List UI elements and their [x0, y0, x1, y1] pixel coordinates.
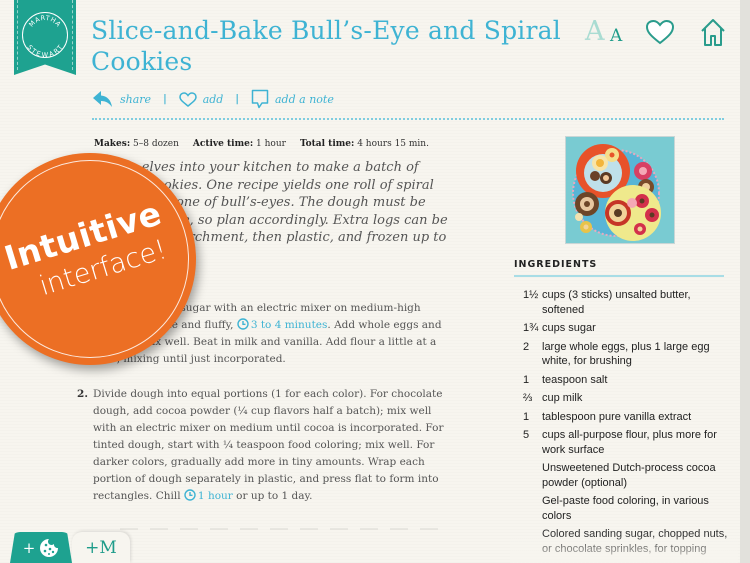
logo-top-text: MARTHA [27, 14, 62, 29]
ingredient-desc: large whole eggs, plus 1 large egg white… [542, 340, 710, 368]
ingredient-item: 1¾ cups sugar [523, 321, 733, 336]
share-label: share [120, 92, 152, 106]
ingredient-qty [523, 494, 542, 523]
ingredient-item: 1 teaspoon salt [523, 373, 733, 388]
clock-icon [237, 318, 249, 330]
home-icon [701, 19, 725, 46]
total-time-value: 4 hours 15 min. [357, 139, 429, 149]
svg-text:STEWART: STEWART [25, 43, 64, 58]
timer-link[interactable]: 1 hour [184, 489, 233, 502]
favorite-button[interactable] [645, 19, 675, 49]
recipe-title: Slice-and-Bake Bull’s-Eye and Spiral Coo… [91, 16, 561, 76]
ingredient-item: 1½ cups (3 sticks) unsalted butter, softe… [523, 288, 733, 317]
font-size-large-glyph: A [585, 16, 605, 47]
header-divider [92, 118, 724, 120]
faded-next-text [120, 528, 440, 530]
add-label: add [202, 92, 224, 106]
ingredient-desc: Gel-paste food coloring, in various colo… [542, 495, 709, 522]
active-time-value: 1 hour [256, 139, 286, 149]
step-number: 2. [77, 388, 88, 400]
ingredient-qty: ⅔ [523, 392, 533, 404]
heart-icon [645, 19, 675, 45]
add-favorite-button[interactable]: add [178, 91, 224, 107]
timer-link[interactable]: 3 to 4 minutes [237, 318, 328, 331]
add-note-button[interactable]: add a note [251, 89, 334, 109]
plus-label: + [22, 538, 36, 557]
action-separator: | [163, 93, 167, 105]
ingredient-desc: cups (3 sticks) unsalted butter, softene… [542, 289, 691, 316]
svg-text:MARTHA: MARTHA [27, 14, 62, 29]
ingredient-item: 2 large whole eggs, plus 1 large egg whit… [523, 340, 733, 369]
ingredient-item: ⅔ cup milk [523, 391, 733, 406]
logo-text-icon: MARTHA STEWART [25, 14, 64, 58]
ingredients-list: 1½ cups (3 sticks) unsalted butter, softe… [523, 288, 733, 560]
heart-outline-icon [178, 91, 197, 107]
ingredient-desc: teaspoon salt [542, 373, 608, 386]
note-bubble-icon [251, 89, 269, 109]
ingredient-item: 1 tablespoon pure vanilla extract [523, 410, 733, 425]
recipe-page: MARTHA STEWART Slice-and-Bake Bull’s-Eye… [0, 0, 740, 563]
timer-label: 1 hour [197, 490, 233, 502]
ingredient-qty: 1 [523, 410, 530, 423]
step-item: 2. Divide dough into equal portions (1 f… [76, 386, 446, 505]
ingredient-qty: 1¾ [523, 322, 539, 334]
add-cookie-tab[interactable]: + [10, 532, 72, 563]
share-arrow-icon [93, 91, 112, 107]
ingredient-qty [523, 461, 542, 490]
clock-icon [184, 489, 196, 501]
font-size-button[interactable]: A A [585, 16, 627, 50]
step-text-part: or up to 1 day. [232, 490, 313, 502]
ingredient-item: Gel-paste food coloring, in various colo… [523, 494, 733, 523]
ingredient-desc: Unsweetened Dutch-process cocoa powder (… [542, 462, 716, 489]
font-size-small-glyph: A [610, 26, 623, 46]
ingredients-divider [514, 275, 724, 277]
add-m-tab[interactable]: +M [72, 532, 130, 563]
ingredient-qty: 2 [523, 340, 530, 353]
active-time-info: Active time: 1 hour [193, 139, 286, 149]
ingredients-heading: INGREDIENTS [514, 259, 598, 270]
total-time-label: Total time: [299, 139, 355, 149]
ingredient-item: Unsweetened Dutch-process cocoa powder (… [523, 461, 733, 490]
recipe-photo[interactable] [565, 136, 675, 244]
promo-sticker: Intuitive interface! [0, 153, 196, 365]
step-text-part: Divide dough into equal portions (1 for … [93, 388, 444, 502]
ingredient-desc: cups sugar [542, 322, 596, 334]
ingredient-desc: cups all-purpose flour, plus more for wo… [542, 429, 717, 456]
ingredient-desc: tablespoon pure vanilla extract [542, 410, 692, 423]
timer-label: 3 to 4 minutes [250, 319, 328, 331]
add-note-label: add a note [275, 92, 334, 106]
total-time-info: Total time: 4 hours 15 min. [300, 139, 429, 149]
home-button[interactable] [699, 16, 727, 52]
martha-stewart-logo[interactable]: MARTHA STEWART [14, 0, 76, 75]
action-separator: | [235, 93, 239, 105]
ingredient-qty: 5 [523, 429, 530, 441]
scroll-fade [510, 535, 738, 563]
active-time-label: Active time: [192, 139, 254, 149]
share-button[interactable]: share [92, 90, 151, 108]
ingredient-item: 5 cups all-purpose flour, plus more for w… [523, 428, 733, 457]
ingredient-qty: 1½ [523, 289, 539, 301]
ingredient-qty: 1 [523, 373, 530, 386]
page-edge [740, 0, 750, 563]
cookie-icon [40, 538, 59, 557]
step-text: Divide dough into equal portions (1 for … [93, 386, 446, 505]
cookies-plate-image [566, 137, 674, 243]
logo-bottom-text: STEWART [25, 43, 64, 58]
ingredient-desc: cup milk [542, 392, 583, 404]
recipe-actions: share | add | add a note [92, 89, 334, 109]
